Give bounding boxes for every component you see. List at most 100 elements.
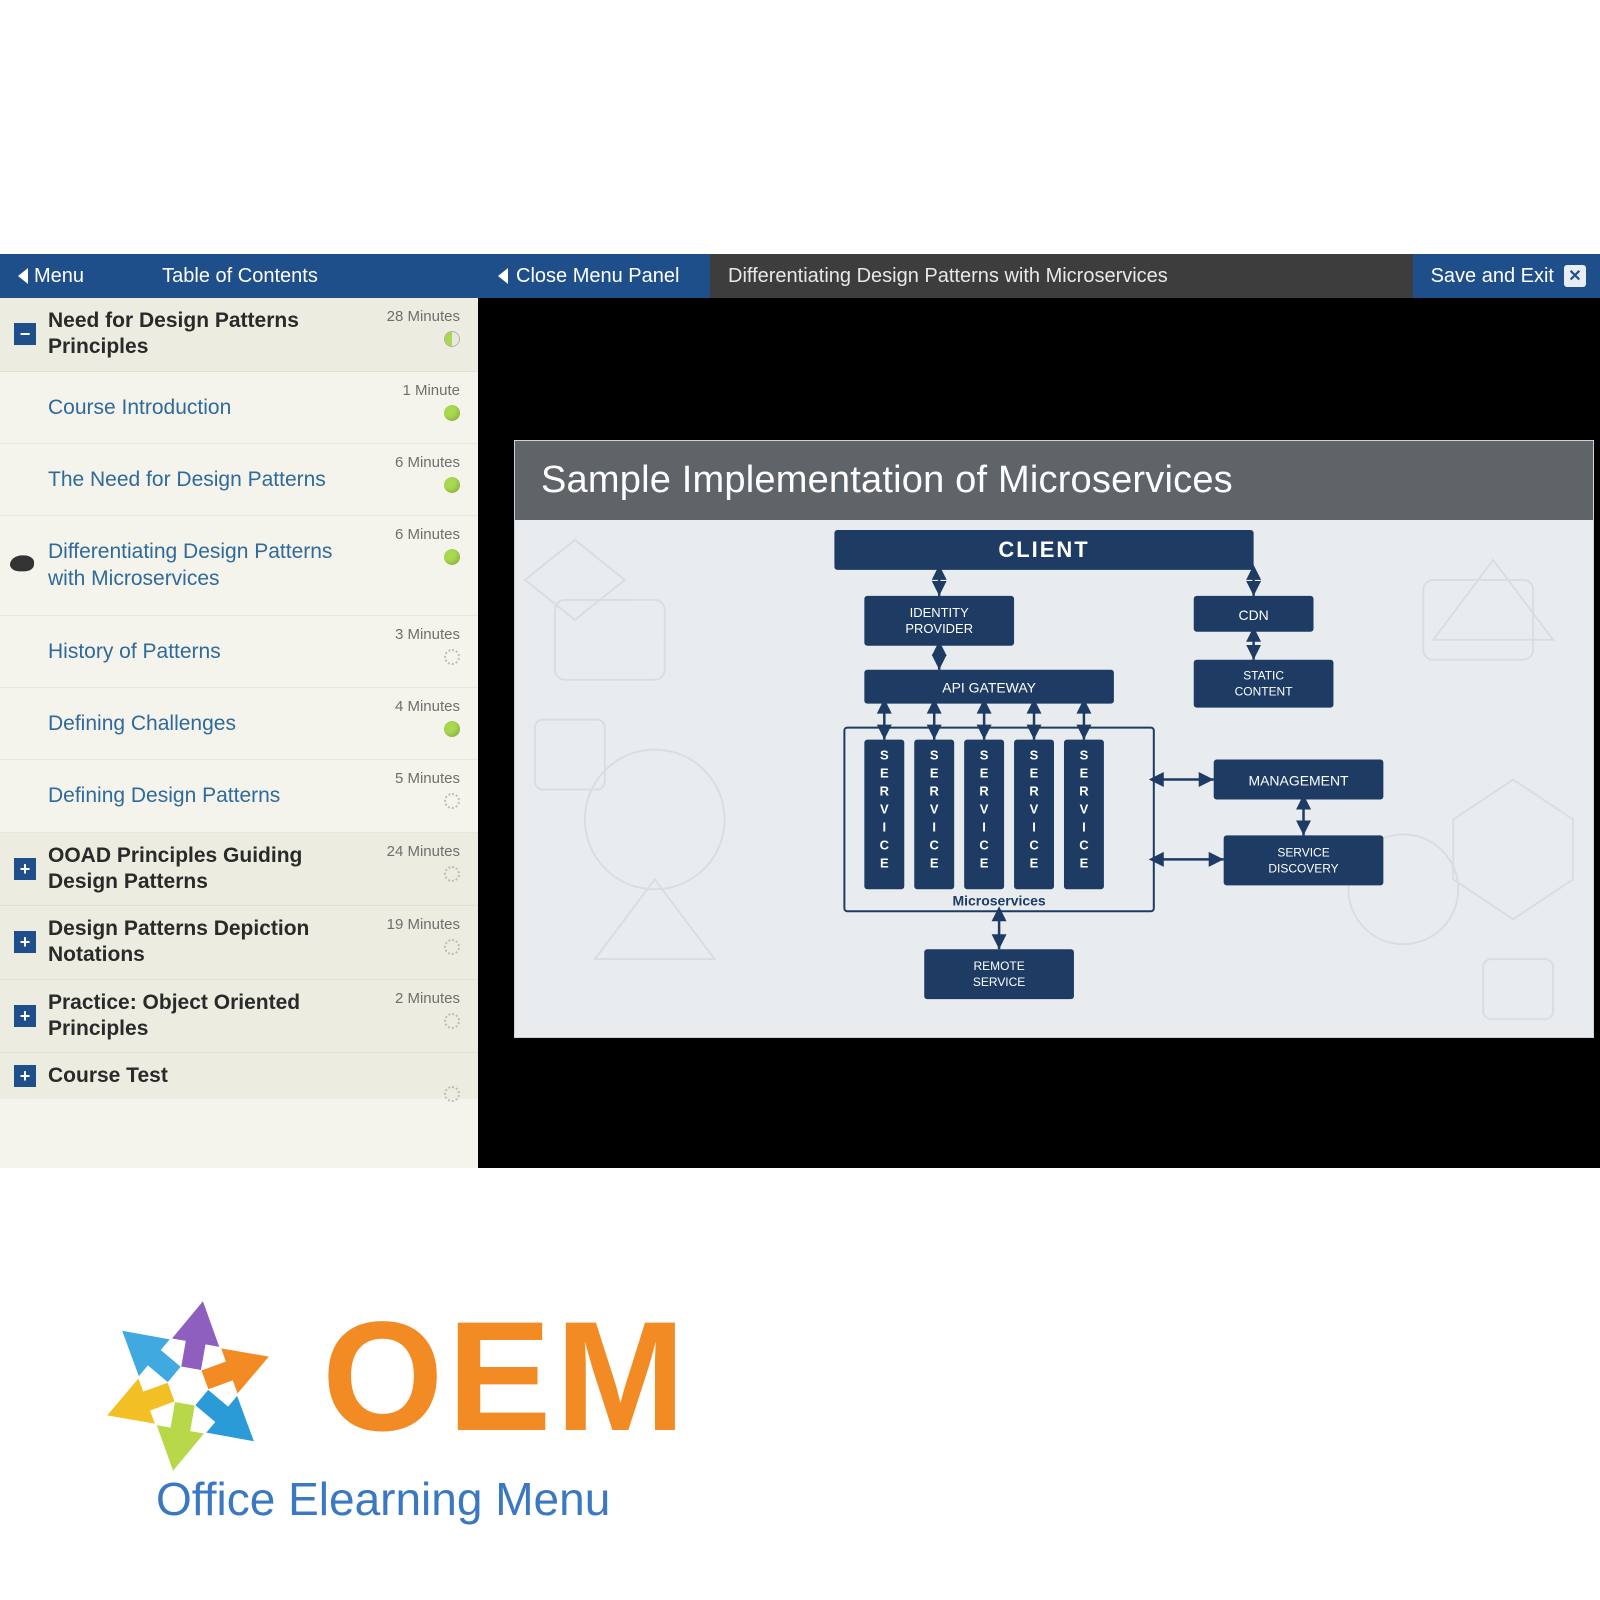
caret-left-icon bbox=[498, 268, 508, 284]
sidebar: − Need for Design Patterns Principles 28… bbox=[0, 298, 478, 1168]
collapse-icon: − bbox=[14, 323, 36, 345]
menu-button[interactable]: Menu bbox=[0, 254, 102, 298]
svg-text:R: R bbox=[1029, 783, 1039, 798]
lesson-duration: 6 Minutes bbox=[395, 454, 460, 497]
svg-text:R: R bbox=[930, 783, 940, 798]
progress-empty-icon bbox=[444, 939, 460, 955]
slide-title: Sample Implementation of Microservices bbox=[515, 441, 1593, 520]
close-menu-panel-button[interactable]: Close Menu Panel bbox=[480, 254, 710, 298]
svg-text:IDENTITY: IDENTITY bbox=[910, 605, 969, 620]
lesson-defining-challenges[interactable]: Defining Challenges 4 Minutes bbox=[0, 688, 478, 760]
topbar: Menu Table of Contents Close Menu Panel … bbox=[0, 254, 1600, 298]
lesson-differentiating-design-patterns[interactable]: Differentiating Design Patterns with Mic… bbox=[0, 516, 478, 616]
svg-text:I: I bbox=[982, 819, 986, 834]
progress-half-icon bbox=[444, 331, 460, 347]
footer-brand: OEM Office Elearning Menu bbox=[72, 1276, 772, 1536]
lesson-duration: 4 Minutes bbox=[395, 698, 460, 741]
breadcrumb-text: Differentiating Design Patterns with Mic… bbox=[728, 265, 1168, 288]
arrows-logo-icon bbox=[68, 1276, 308, 1496]
lesson-need-for-design-patterns[interactable]: The Need for Design Patterns 6 Minutes bbox=[0, 444, 478, 516]
svg-text:V: V bbox=[980, 801, 989, 816]
lesson-history-of-patterns[interactable]: History of Patterns 3 Minutes bbox=[0, 616, 478, 688]
progress-complete-icon bbox=[444, 721, 460, 737]
lesson-defining-design-patterns[interactable]: Defining Design Patterns 5 Minutes bbox=[0, 760, 478, 832]
svg-text:E: E bbox=[980, 855, 989, 870]
svg-text:API GATEWAY: API GATEWAY bbox=[942, 680, 1036, 696]
svg-text:S: S bbox=[1030, 748, 1039, 763]
sidebar-section-practice-oop[interactable]: + Practice: Object Oriented Principles 2… bbox=[0, 980, 478, 1054]
svg-text:E: E bbox=[930, 855, 939, 870]
svg-text:V: V bbox=[1030, 801, 1039, 816]
progress-empty-icon bbox=[444, 649, 460, 665]
duration-text: 6 Minutes bbox=[395, 526, 460, 543]
svg-text:E: E bbox=[1030, 766, 1039, 781]
app-shell: Menu Table of Contents Close Menu Panel … bbox=[0, 254, 1600, 1168]
duration-text: 3 Minutes bbox=[395, 626, 460, 643]
content-area: Sample Implementation of Microservices bbox=[478, 298, 1600, 1168]
duration-text: 24 Minutes bbox=[387, 843, 460, 860]
svg-text:REMOTE: REMOTE bbox=[973, 959, 1024, 973]
svg-text:C: C bbox=[930, 837, 940, 852]
lesson-course-introduction[interactable]: Course Introduction 1 Minute bbox=[0, 372, 478, 444]
svg-text:Microservices: Microservices bbox=[953, 892, 1046, 908]
svg-text:CONTENT: CONTENT bbox=[1235, 685, 1294, 699]
svg-text:E: E bbox=[1080, 855, 1089, 870]
svg-text:C: C bbox=[880, 837, 890, 852]
progress-complete-icon bbox=[444, 405, 460, 421]
svg-text:CLIENT: CLIENT bbox=[998, 537, 1089, 562]
svg-text:I: I bbox=[1032, 819, 1036, 834]
breadcrumb: Differentiating Design Patterns with Mic… bbox=[710, 254, 1413, 298]
duration-text: 2 Minutes bbox=[395, 990, 460, 1007]
svg-text:S: S bbox=[1080, 748, 1089, 763]
svg-text:R: R bbox=[880, 783, 890, 798]
svg-text:R: R bbox=[979, 783, 989, 798]
duration-text: 1 Minute bbox=[402, 382, 460, 399]
svg-text:E: E bbox=[930, 766, 939, 781]
lesson-title: Course Introduction bbox=[48, 394, 460, 421]
section-duration: 28 Minutes bbox=[387, 308, 460, 351]
progress-empty-icon bbox=[444, 1013, 460, 1029]
progress-empty-icon bbox=[444, 1086, 460, 1102]
svg-text:E: E bbox=[880, 766, 889, 781]
svg-text:E: E bbox=[980, 766, 989, 781]
close-icon: ✕ bbox=[1564, 265, 1586, 287]
topbar-left: Menu Table of Contents bbox=[0, 254, 480, 298]
duration-text: 5 Minutes bbox=[395, 770, 460, 787]
progress-empty-icon bbox=[444, 866, 460, 882]
section-duration: 24 Minutes bbox=[387, 843, 460, 886]
sidebar-section-ooad-principles[interactable]: + OOAD Principles Guiding Design Pattern… bbox=[0, 833, 478, 907]
lesson-duration: 6 Minutes bbox=[395, 526, 460, 569]
sidebar-section-course-test[interactable]: + Course Test bbox=[0, 1053, 478, 1099]
svg-text:PROVIDER: PROVIDER bbox=[905, 621, 973, 636]
svg-text:CDN: CDN bbox=[1238, 607, 1268, 623]
caret-left-icon bbox=[18, 268, 28, 284]
svg-text:I: I bbox=[1082, 819, 1086, 834]
expand-icon: + bbox=[14, 931, 36, 953]
svg-text:MANAGEMENT: MANAGEMENT bbox=[1248, 773, 1349, 789]
svg-text:V: V bbox=[880, 801, 889, 816]
svg-text:SERVICE: SERVICE bbox=[1277, 845, 1329, 859]
progress-complete-icon bbox=[444, 477, 460, 493]
lesson-duration: 5 Minutes bbox=[395, 770, 460, 813]
save-and-exit-button[interactable]: Save and Exit ✕ bbox=[1413, 254, 1600, 298]
lesson-list: Course Introduction 1 Minute The Need fo… bbox=[0, 372, 478, 833]
sidebar-section-need-for-design-patterns[interactable]: − Need for Design Patterns Principles 28… bbox=[0, 298, 478, 372]
lesson-duration: 1 Minute bbox=[402, 382, 460, 425]
svg-text:E: E bbox=[1080, 766, 1089, 781]
lesson-duration: 3 Minutes bbox=[395, 626, 460, 669]
svg-text:E: E bbox=[880, 855, 889, 870]
svg-text:DISCOVERY: DISCOVERY bbox=[1268, 861, 1338, 875]
expand-icon: + bbox=[14, 858, 36, 880]
svg-text:C: C bbox=[979, 837, 989, 852]
svg-text:C: C bbox=[1079, 837, 1089, 852]
close-panel-label: Close Menu Panel bbox=[516, 265, 679, 288]
save-exit-label: Save and Exit bbox=[1431, 265, 1554, 288]
duration-text: 28 Minutes bbox=[387, 308, 460, 325]
duration-text: 19 Minutes bbox=[387, 916, 460, 933]
svg-text:I: I bbox=[932, 819, 936, 834]
svg-text:V: V bbox=[1080, 801, 1089, 816]
section-duration bbox=[444, 1063, 460, 1106]
diagram: CLIENT IDENTITY PROVIDER CDN API GATEWAY… bbox=[515, 520, 1593, 1038]
sidebar-section-depiction-notations[interactable]: + Design Patterns Depiction Notations 19… bbox=[0, 906, 478, 980]
svg-text:SERVICE: SERVICE bbox=[973, 975, 1025, 989]
